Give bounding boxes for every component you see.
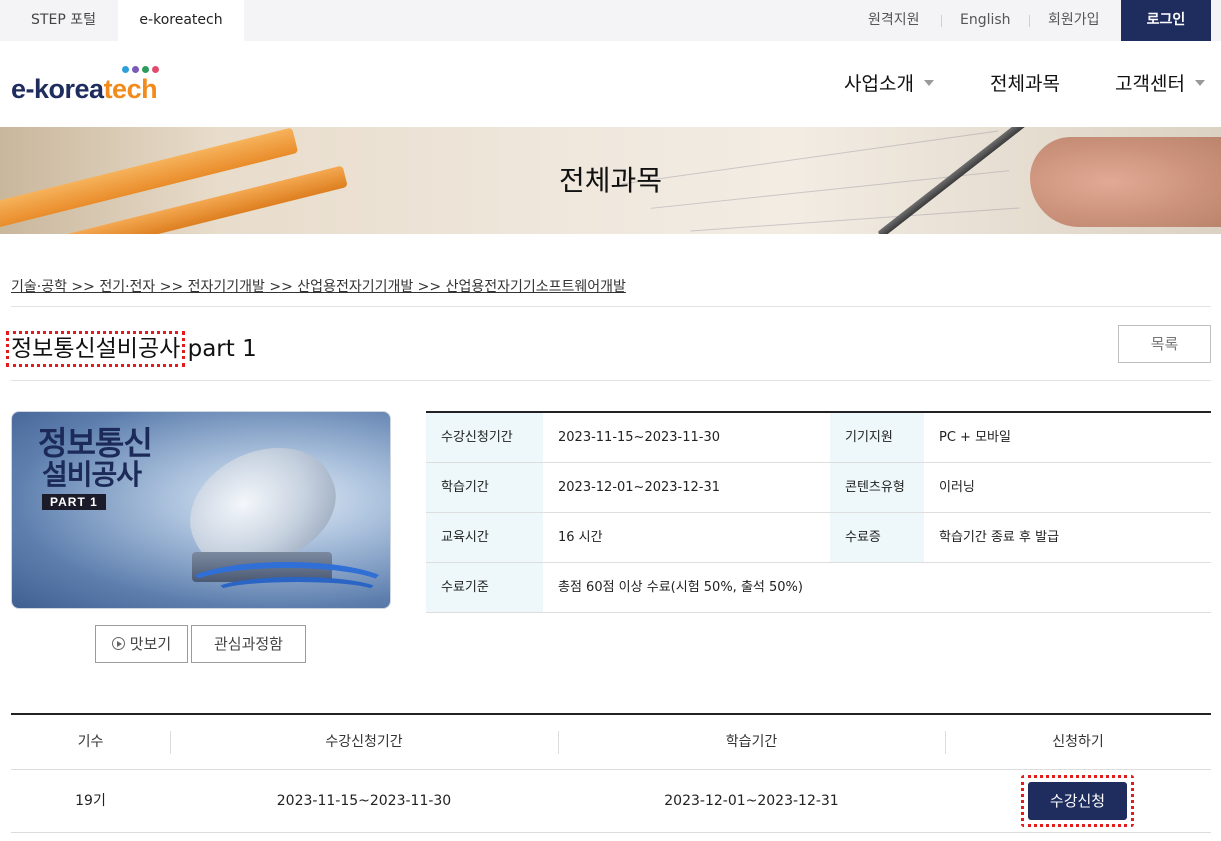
info-label: 수료증 (830, 513, 924, 562)
apply-period-cell: 2023-11-15~2023-11-30 (276, 793, 452, 809)
info-row: 교육시간 16 시간 수료증 학습기간 종료 후 발급 (426, 513, 1211, 563)
english-link[interactable]: English (960, 0, 1011, 41)
preview-button-label: 맛보기 (129, 635, 172, 653)
nav-about-label: 사업소개 (844, 73, 914, 95)
top-utility-bar: STEP 포털 e-koreatech 원격지원 English 회원가입 로그… (0, 0, 1221, 41)
column-header-study-period: 학습기간 (725, 734, 778, 750)
info-label: 콘텐츠유형 (830, 463, 924, 512)
info-row: 학습기간 2023-12-01~2023-12-31 콘텐츠유형 이러닝 (426, 463, 1211, 513)
info-label: 기기지원 (830, 413, 924, 462)
info-label: 수료기준 (426, 563, 543, 612)
column-header-apply: 신청하기 (1052, 734, 1104, 750)
column-header-apply-period: 수강신청기간 (325, 734, 403, 750)
tab-e-koreatech[interactable]: e-koreatech (118, 0, 244, 41)
util-divider (1029, 15, 1030, 27)
divider (11, 306, 1211, 307)
enroll-button[interactable]: 수강신청 (1028, 782, 1127, 820)
study-period-cell: 2023-12-01~2023-12-31 (664, 793, 839, 809)
column-header-term: 기수 (77, 734, 104, 750)
term-cell: 19기 (75, 793, 106, 809)
nav-all-courses-label: 전체과목 (990, 73, 1060, 95)
nav-customer-center[interactable]: 고객센터 (1115, 64, 1205, 104)
login-button[interactable]: 로그인 (1121, 0, 1211, 41)
info-value: 학습기간 종료 후 발급 (939, 530, 1060, 545)
chevron-down-icon (1194, 79, 1205, 86)
info-row: 수료기준 총점 60점 이상 수료(시험 50%, 출석 50%) (426, 563, 1211, 613)
info-value: 이러닝 (939, 480, 975, 495)
util-divider (941, 15, 942, 27)
chevron-down-icon (923, 79, 934, 86)
course-info-table: 수강신청기간 2023-11-15~2023-11-30 기기지원 PC + 모… (426, 411, 1211, 613)
tab-step-portal[interactable]: STEP 포털 (0, 0, 127, 41)
course-title-suffix: part 1 (180, 336, 257, 362)
info-value: 총점 60점 이상 수료(시험 50%, 출석 50%) (558, 580, 803, 595)
info-value: 2023-11-15~2023-11-30 (558, 430, 720, 445)
signup-link[interactable]: 회원가입 (1048, 0, 1100, 41)
site-logo[interactable]: e-koreatech (11, 64, 171, 108)
remote-support-link[interactable]: 원격지원 (868, 0, 920, 41)
info-label: 학습기간 (426, 463, 543, 512)
info-label: 교육시간 (426, 513, 543, 562)
info-value: 16 시간 (558, 530, 603, 545)
breadcrumb[interactable]: 기술·공학 >> 전기·전자 >> 전자기기개발 >> 산업용전자기기개발 >>… (11, 276, 626, 296)
list-button[interactable]: 목록 (1118, 325, 1211, 363)
course-thumbnail: 정보통신 설비공사 PART 1 (11, 411, 391, 609)
page-banner: 전체과목 (0, 127, 1221, 234)
wishlist-button[interactable]: 관심과정함 (191, 625, 306, 663)
page-title: 정보통신설비공사 part 1 (5, 329, 257, 367)
class-schedule-table: 기수 수강신청기간 학습기간 신청하기 19기 2023-11-15~2023-… (11, 713, 1211, 833)
nav-about[interactable]: 사업소개 (844, 64, 934, 104)
info-value: 2023-12-01~2023-12-31 (558, 480, 720, 495)
thumbnail-part-badge: PART 1 (42, 494, 106, 510)
play-icon (111, 637, 125, 650)
logo-text-suffix: tech (103, 74, 158, 104)
info-label: 수강신청기간 (426, 413, 543, 462)
info-value: PC + 모바일 (939, 430, 1011, 445)
logo-text-prefix: e-korea (11, 74, 104, 104)
divider (11, 380, 1211, 381)
thumbnail-title-line2: 설비공사 (42, 458, 142, 491)
table-header-row: 기수 수강신청기간 학습기간 신청하기 (11, 715, 1211, 770)
course-title-main: 정보통신설비공사 (5, 331, 186, 367)
nav-all-courses[interactable]: 전체과목 (990, 64, 1060, 104)
nav-customer-center-label: 고객센터 (1115, 73, 1185, 95)
info-row: 수강신청기간 2023-11-15~2023-11-30 기기지원 PC + 모… (426, 413, 1211, 463)
preview-button[interactable]: 맛보기 (95, 625, 188, 663)
table-row: 19기 2023-11-15~2023-11-30 2023-12-01~202… (11, 770, 1211, 833)
banner-title: 전체과목 (558, 164, 663, 197)
thumbnail-title-line1: 정보통신 (38, 424, 153, 462)
